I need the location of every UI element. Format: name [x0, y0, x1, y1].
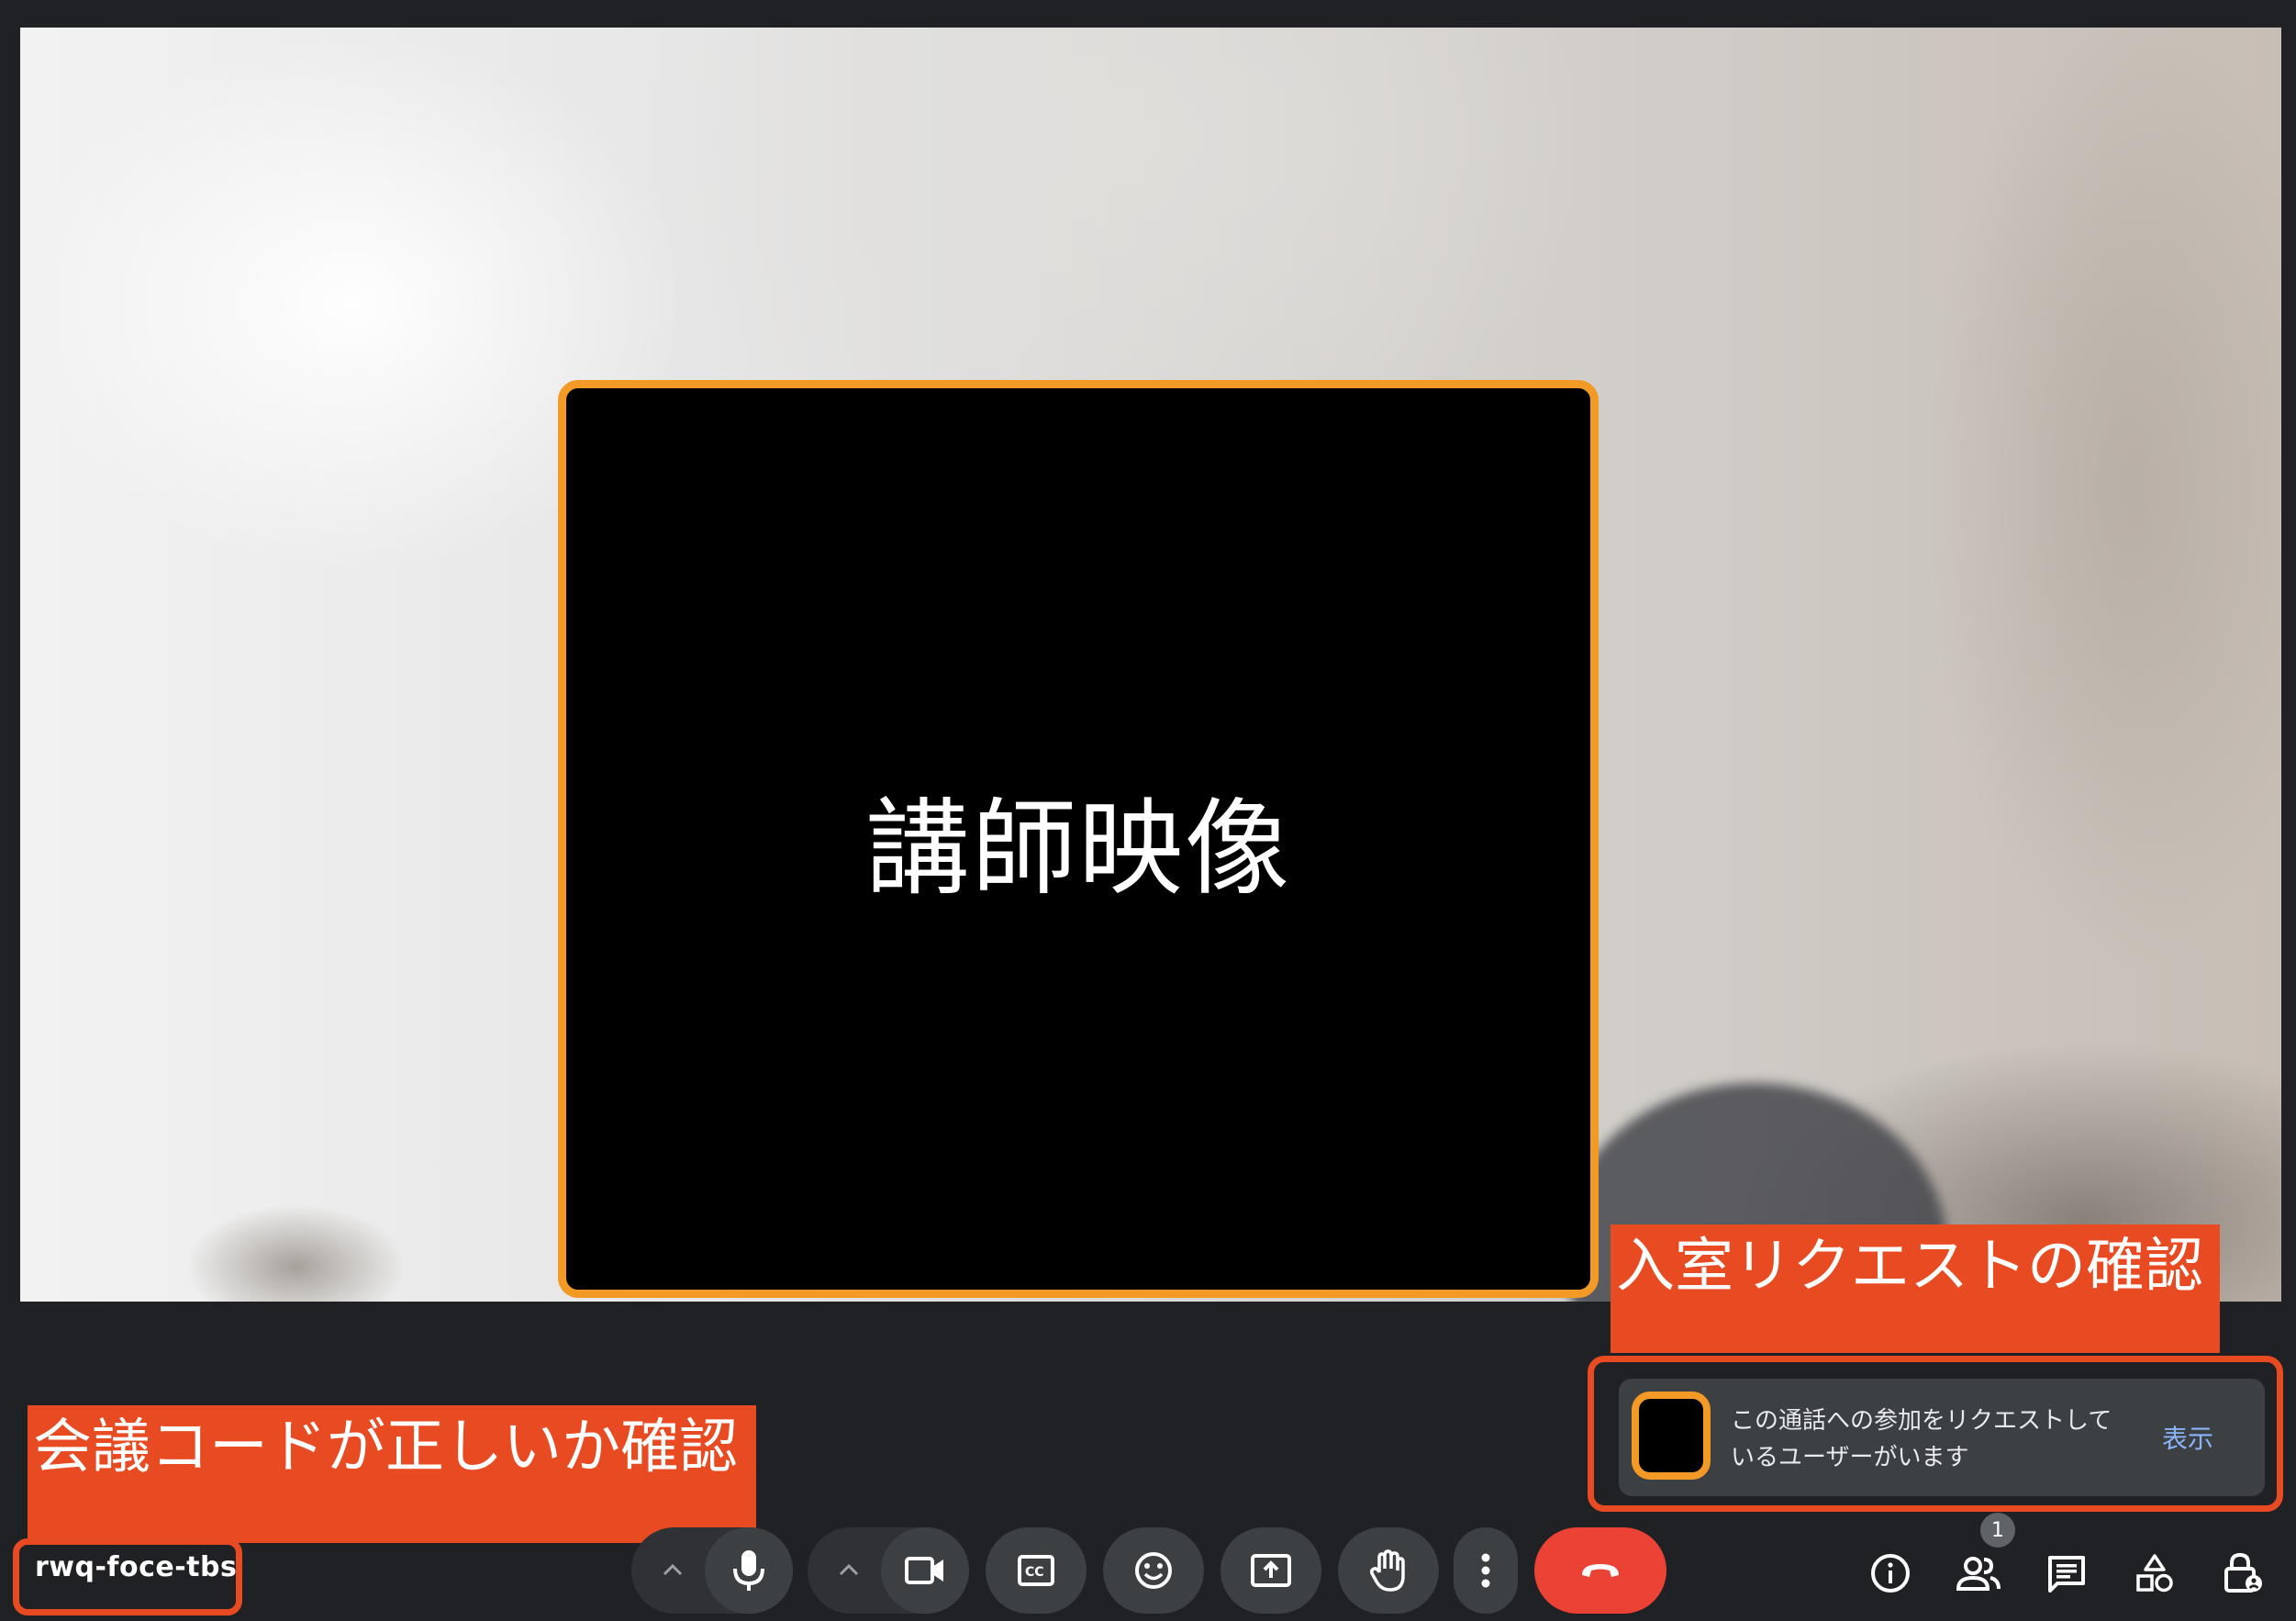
join-request-card: この通話への参加をリクエストしているユーザーがいます 表示 [1619, 1379, 2265, 1496]
more-options-button[interactable] [1454, 1527, 1518, 1614]
meeting-info-button[interactable] [1854, 1537, 1927, 1610]
captions-button[interactable]: CC [986, 1527, 1087, 1614]
tutor-video-tile: 講師映像 [558, 380, 1599, 1298]
call-controls-bar: CC [0, 1527, 2296, 1615]
closed-caption-icon: CC [1018, 1555, 1054, 1586]
call-end-icon [1578, 1560, 1622, 1581]
people-count-badge: 1 [1980, 1513, 2015, 1548]
chevron-up-icon [839, 1563, 859, 1576]
mic-toggle-button[interactable] [705, 1527, 793, 1614]
leave-call-button[interactable] [1534, 1527, 1666, 1614]
camera-options-button[interactable] [835, 1553, 863, 1586]
activities-button[interactable] [2118, 1537, 2191, 1610]
info-icon [1870, 1553, 1911, 1593]
present-button[interactable] [1220, 1527, 1321, 1614]
svg-text:CC: CC [1025, 1565, 1044, 1580]
mic-options-button[interactable] [659, 1553, 686, 1586]
hand-icon [1370, 1548, 1407, 1593]
tutor-video-label: 講師映像 [864, 787, 1291, 910]
chevron-up-icon [663, 1563, 683, 1576]
more-vert-icon [1480, 1552, 1491, 1589]
videocam-icon [904, 1554, 946, 1587]
reactions-button[interactable] [1103, 1527, 1204, 1614]
chat-button[interactable] [2030, 1537, 2103, 1610]
people-button[interactable] [1942, 1537, 2015, 1610]
annotation-request-check: 入室リクエストの確認 [1611, 1224, 2220, 1353]
present-screen-icon [1251, 1554, 1291, 1587]
join-request-message: この通話への参加をリクエストしているユーザーがいます [1731, 1407, 2112, 1471]
lock-person-icon [2223, 1552, 2263, 1594]
chat-icon [2046, 1554, 2087, 1593]
annotation-code-check: 会議コードが正しいか確認 [28, 1405, 756, 1543]
shapes-icon [2134, 1553, 2175, 1593]
requester-avatar [1632, 1392, 1711, 1480]
raise-hand-button[interactable] [1338, 1527, 1439, 1614]
camera-toggle-button[interactable] [881, 1527, 969, 1614]
people-icon [1956, 1555, 2001, 1592]
join-request-show-button[interactable]: 表示 [2162, 1419, 2213, 1456]
camera-control-group [808, 1527, 969, 1614]
mic-icon [730, 1548, 767, 1593]
emoji-icon [1134, 1551, 1173, 1590]
host-controls-button[interactable] [2206, 1537, 2279, 1610]
mic-control-group [631, 1527, 793, 1614]
